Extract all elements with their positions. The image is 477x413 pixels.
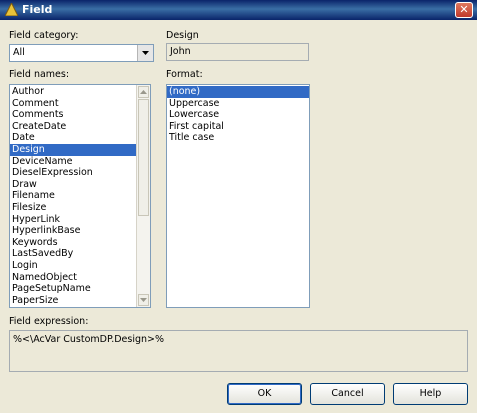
scroll-thumb[interactable]: [138, 99, 149, 216]
list-item[interactable]: PageSetupName: [10, 283, 137, 295]
list-item[interactable]: Title case: [167, 132, 309, 144]
field-expression-label: Field expression:: [9, 316, 89, 327]
cancel-button[interactable]: Cancel: [310, 383, 385, 405]
list-item[interactable]: DeviceName: [10, 156, 137, 168]
list-item[interactable]: HyperlinkBase: [10, 225, 137, 237]
list-item[interactable]: Filesize: [10, 202, 137, 214]
field-category-value: All: [13, 47, 25, 58]
chevron-down-icon[interactable]: [137, 45, 153, 61]
scroll-down-icon[interactable]: [138, 294, 149, 306]
list-item[interactable]: LastSavedBy: [10, 248, 137, 260]
app-icon: [5, 3, 18, 16]
list-item[interactable]: Design: [10, 143, 137, 156]
list-item[interactable]: (none): [167, 86, 309, 98]
design-value-field: John: [166, 43, 309, 61]
field-names-label: Field names:: [9, 69, 70, 80]
list-item[interactable]: DieselExpression: [10, 167, 137, 179]
list-item[interactable]: CreateDate: [10, 121, 137, 133]
list-item[interactable]: PaperSize: [10, 295, 137, 307]
scroll-up-icon[interactable]: [138, 86, 149, 98]
field-expression-value: %<\AcVar CustomDP.Design>%: [13, 334, 165, 345]
help-button[interactable]: Help: [393, 383, 468, 405]
ok-button[interactable]: OK: [227, 383, 302, 405]
list-item[interactable]: Draw: [10, 179, 137, 191]
list-item[interactable]: Login: [10, 260, 137, 272]
list-item[interactable]: Filename: [10, 190, 137, 202]
field-category-label: Field category:: [9, 30, 79, 41]
field-category-select[interactable]: All: [9, 44, 154, 62]
field-names-list[interactable]: Author Comment Comments CreateDate Date Desig…: [9, 84, 151, 308]
field-expression-box: %<\AcVar CustomDP.Design>%: [9, 330, 468, 372]
list-item[interactable]: Date: [10, 132, 137, 144]
format-label: Format:: [166, 69, 203, 80]
design-label: Design: [166, 30, 199, 41]
design-value: John: [170, 46, 191, 57]
list-item[interactable]: Comments: [10, 109, 137, 121]
close-icon[interactable]: ✕: [455, 2, 473, 18]
window-title: Field: [22, 3, 53, 16]
list-item[interactable]: Lowercase: [167, 109, 309, 121]
list-item[interactable]: HyperLink: [10, 214, 137, 226]
list-item[interactable]: First capital: [167, 121, 309, 133]
list-item[interactable]: NamedObject: [10, 272, 137, 284]
title-bar: Field ✕: [0, 0, 477, 20]
format-list[interactable]: (none) Uppercase Lowercase First capital Tit…: [166, 84, 310, 308]
field-names-scrollbar[interactable]: [136, 85, 150, 307]
list-item[interactable]: Keywords: [10, 237, 137, 249]
list-item[interactable]: Uppercase: [167, 98, 309, 110]
list-item[interactable]: Author: [10, 86, 137, 98]
list-item[interactable]: Comment: [10, 98, 137, 110]
